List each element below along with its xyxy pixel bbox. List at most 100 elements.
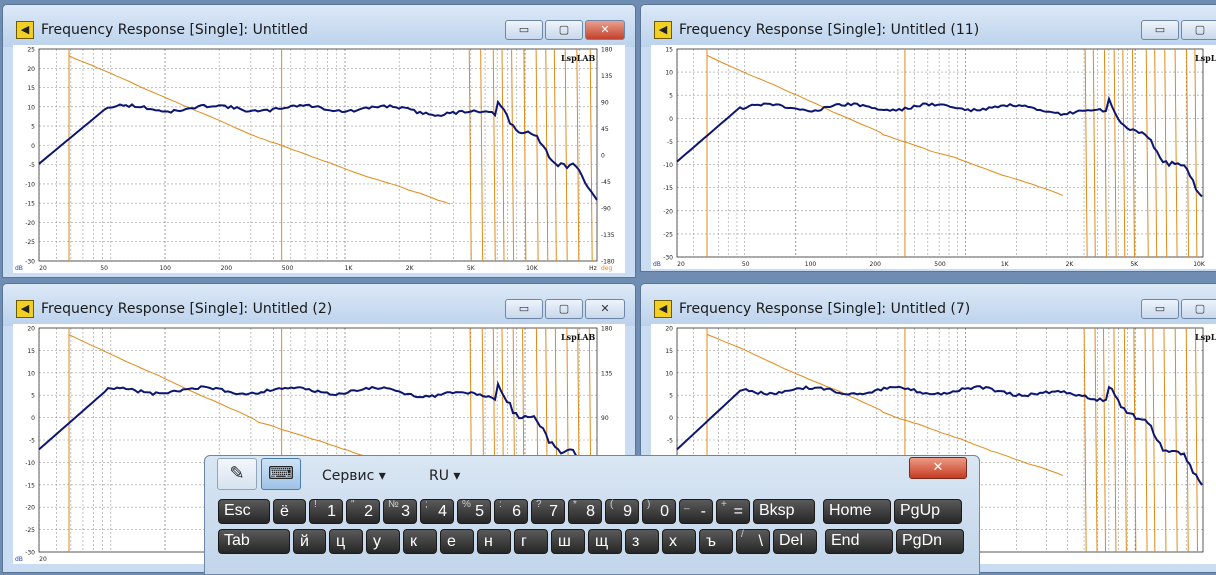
key-label: 6: [512, 503, 521, 520]
pen-button[interactable]: ✎: [217, 458, 257, 490]
key-4[interactable]: ; 4: [420, 499, 454, 524]
key-char[interactable]: / \: [736, 529, 770, 554]
maximize-button[interactable]: ▢: [545, 20, 583, 40]
key-char[interactable]: й: [293, 529, 326, 554]
language-menu[interactable]: RU ▾: [429, 468, 460, 484]
key-char[interactable]: ш: [551, 529, 585, 554]
minimize-button[interactable]: ▭: [1141, 299, 1179, 319]
key-label: =: [733, 503, 743, 520]
key-5[interactable]: % 5: [457, 499, 491, 524]
y-tick-label: 15: [665, 348, 673, 355]
key-pgdn[interactable]: PgDn: [896, 529, 964, 554]
on-screen-keyboard[interactable]: ✎ ⌨ Сервис ▾ RU ▾ ✕ Esc ё! 1 " 2 № 3; 4% 5:6? 7 * 8…: [204, 455, 980, 575]
close-button[interactable]: ✕: [585, 299, 625, 319]
key-label: 2: [364, 503, 373, 520]
key-label: PgDn: [902, 532, 943, 549]
y-tick-label: -20: [663, 208, 673, 215]
key-char[interactable]: щ: [588, 529, 622, 554]
key-del[interactable]: Del: [773, 529, 817, 554]
key-char[interactable]: у: [366, 529, 400, 554]
key-6[interactable]: :6: [494, 499, 528, 524]
key-label: PgUp: [900, 502, 941, 519]
brand-logo: LspLAB: [1195, 332, 1216, 342]
y-tick-label: 20: [665, 326, 673, 333]
close-button[interactable]: ✕: [585, 20, 625, 40]
x-tick-label: 2K: [406, 265, 415, 272]
x-tick-label: 50: [100, 265, 108, 272]
x-tick-label: 1K: [1001, 261, 1010, 268]
key-3[interactable]: № 3: [383, 499, 417, 524]
phase-wrap-line: [1145, 48, 1149, 258]
speaker-icon: ◀: [654, 300, 672, 318]
key-esc[interactable]: Esc: [218, 499, 270, 524]
phase-tick-label: 90: [601, 415, 609, 422]
y-tick-label: 5: [31, 124, 35, 131]
key-1[interactable]: ! 1: [309, 499, 343, 524]
key-char[interactable]: _ -: [679, 499, 713, 524]
phase-wrap-line: [511, 48, 515, 262]
y-tick-label: -5: [29, 162, 35, 169]
keyboard-button[interactable]: ⌨: [261, 458, 301, 490]
key-shift-label: /: [741, 529, 744, 540]
key-shift-label: (: [610, 499, 614, 510]
key-char[interactable]: е: [440, 529, 474, 554]
key-2[interactable]: " 2: [346, 499, 380, 524]
y-tick-label: 0: [31, 143, 35, 150]
key-tab[interactable]: Tab: [218, 529, 290, 554]
x-tick-label: Hz: [589, 265, 597, 272]
key-char[interactable]: ц: [329, 529, 363, 554]
key-shift-label: :: [499, 499, 502, 510]
window-untitled[interactable]: ◀ Frequency Response [Single]: Untitled …: [2, 4, 636, 278]
key-label: Home: [829, 502, 872, 519]
window-untitled-11[interactable]: ◀ Frequency Response [Single]: Untitled …: [640, 4, 1216, 272]
minimize-button[interactable]: ▭: [505, 299, 543, 319]
x-tick-label: 1K: [345, 265, 354, 272]
key-char[interactable]: х: [662, 529, 696, 554]
key-char[interactable]: + =: [716, 499, 750, 524]
key-char[interactable]: к: [403, 529, 437, 554]
key-label: е: [447, 533, 456, 550]
service-menu[interactable]: Сервис ▾: [322, 468, 386, 484]
keyboard-close-button[interactable]: ✕: [909, 457, 967, 479]
y-tick-label: 20: [27, 326, 35, 333]
key-char[interactable]: ё: [273, 499, 306, 524]
key-char[interactable]: н: [477, 529, 511, 554]
maximize-button[interactable]: ▢: [1181, 20, 1216, 40]
key-bksp[interactable]: Bksp: [753, 499, 815, 524]
phase-wrap-line: [553, 48, 557, 262]
y-tick-label: 5: [669, 93, 673, 100]
y-tick-label: -15: [25, 482, 35, 489]
key-8[interactable]: * 8: [568, 499, 602, 524]
brand-logo: LspLAB: [561, 332, 596, 342]
key-shift-label: ): [647, 499, 651, 510]
key-0[interactable]: ) 0: [642, 499, 676, 524]
phase-tick-label: 180: [601, 326, 613, 333]
key-end[interactable]: End: [825, 529, 893, 554]
key-shift-label: +: [721, 499, 727, 510]
phase-tick-label: -45: [601, 179, 611, 186]
minimize-button[interactable]: ▭: [1141, 20, 1179, 40]
phase-wrap-line: [576, 48, 580, 262]
key-char[interactable]: г: [514, 529, 548, 554]
x-tick-label: 5K: [1130, 261, 1139, 268]
key-label: х: [669, 533, 677, 550]
y-tick-label: 15: [27, 85, 35, 92]
key-pgup[interactable]: PgUp: [894, 499, 962, 524]
key-char[interactable]: з: [625, 529, 659, 554]
key-shift-label: *: [573, 499, 577, 510]
maximize-button[interactable]: ▢: [1181, 299, 1216, 319]
y-tick-label: 0: [669, 116, 673, 123]
key-label: Esc: [224, 502, 251, 519]
phase-wrap-line: [492, 48, 496, 262]
key-shift-label: №: [388, 499, 399, 510]
key-char[interactable]: ъ: [699, 529, 733, 554]
speaker-icon: ◀: [654, 21, 672, 39]
speaker-icon: ◀: [16, 300, 34, 318]
keyboard-icon: ⌨: [268, 463, 294, 484]
key-9[interactable]: (9: [605, 499, 639, 524]
key-home[interactable]: Home: [823, 499, 891, 524]
maximize-button[interactable]: ▢: [545, 299, 583, 319]
y-tick-label: -15: [25, 201, 35, 208]
minimize-button[interactable]: ▭: [505, 20, 543, 40]
key-7[interactable]: ? 7: [531, 499, 565, 524]
